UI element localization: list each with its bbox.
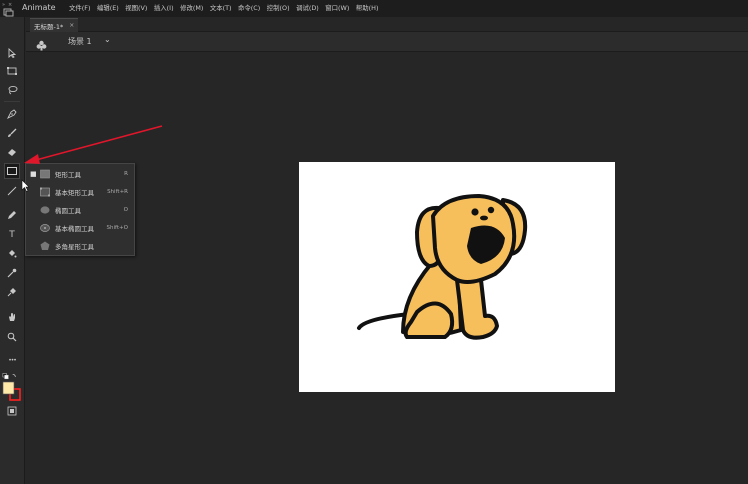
selection-tool-icon[interactable] (4, 45, 20, 61)
cartoon-dog-illustration (357, 194, 528, 340)
pin-icon[interactable] (4, 284, 20, 300)
more-tools-icon[interactable]: ••• (4, 352, 20, 368)
flyout-item-shortcut: Shift+O (106, 225, 128, 231)
selected-indicator: ■ (30, 170, 37, 178)
menu-debug[interactable]: 调试(D) (296, 3, 319, 12)
menu-window[interactable]: 窗口(W) (325, 3, 349, 12)
flyout-item-rectangle[interactable]: ■ 矩形工具 R (26, 165, 134, 183)
primitive-rectangle-icon (40, 187, 50, 197)
flyout-item-label: 基本矩形工具 (55, 189, 94, 197)
free-transform-icon[interactable] (4, 63, 20, 79)
document-tab[interactable]: 无标题-1* × (30, 18, 79, 32)
flyout-item-label: 多角星形工具 (55, 243, 94, 251)
flyout-item-shortcut: R (124, 171, 128, 177)
svg-text:»: » (2, 2, 5, 8)
app-switcher-icon[interactable]: » × (1, 0, 15, 17)
color-swatches[interactable] (2, 381, 21, 401)
rectangle-icon (40, 169, 50, 179)
oval-icon (40, 206, 50, 214)
menu-view[interactable]: 视图(V) (125, 3, 147, 12)
flyout-item-polystar[interactable]: 多角星形工具 (26, 237, 134, 255)
menu-edit[interactable]: 编辑(E) (97, 3, 119, 12)
chevron-down-icon[interactable]: ⌄ (104, 35, 111, 44)
scene-selector[interactable]: 场景 1 (68, 36, 92, 47)
shape-tools-flyout: ■ 矩形工具 R 基本矩形工具 Shift+R 椭圆工具 O 基本椭圆工具 Sh… (25, 163, 135, 256)
lasso-icon[interactable] (4, 82, 20, 98)
menu-insert[interactable]: 插入(I) (154, 3, 174, 12)
scene-icon[interactable] (36, 36, 47, 51)
main-menu: 文件(F) 编辑(E) 视图(V) 插入(I) 修改(M) 文本(T) 命令(C… (69, 3, 385, 12)
polystar-icon (40, 241, 50, 250)
scene-bar: 场景 1 ⌄ (26, 32, 748, 52)
options-icon[interactable] (4, 403, 20, 419)
menu-help[interactable]: 帮助(H) (356, 3, 379, 12)
zoom-tool-icon[interactable] (4, 329, 20, 345)
document-tab-title: 无标题-1* (34, 22, 64, 31)
pen-icon[interactable] (4, 106, 20, 122)
flyout-item-label: 椭圆工具 (55, 207, 81, 215)
primitive-oval-icon (40, 224, 50, 232)
close-icon[interactable]: × (69, 22, 74, 29)
menu-bar: » × Animate 文件(F) 编辑(E) 视图(V) 插入(I) 修改(M… (0, 0, 748, 17)
menu-control[interactable]: 控制(O) (267, 3, 290, 12)
flyout-item-primitive-rectangle[interactable]: 基本矩形工具 Shift+R (26, 183, 134, 201)
flyout-item-shortcut: O (123, 207, 128, 213)
pencil-icon[interactable] (4, 207, 20, 223)
toolbar-divider (4, 101, 20, 102)
svg-text:×: × (8, 2, 12, 8)
menu-file[interactable]: 文件(F) (69, 3, 90, 12)
brush-icon[interactable] (4, 125, 20, 141)
flyout-item-label: 基本椭圆工具 (55, 225, 94, 233)
line-tool-icon[interactable] (4, 183, 20, 199)
flyout-item-label: 矩形工具 (55, 171, 81, 179)
hand-tool-icon[interactable] (4, 309, 20, 325)
flyout-item-shortcut: Shift+R (107, 189, 128, 195)
stage-canvas[interactable] (299, 162, 615, 392)
paint-bucket-icon[interactable] (4, 246, 20, 262)
app-name: Animate (22, 3, 56, 12)
menu-commands[interactable]: 命令(C) (238, 3, 260, 12)
flyout-item-oval[interactable]: 椭圆工具 O (26, 201, 134, 219)
menu-text[interactable]: 文本(T) (210, 3, 232, 12)
flyout-item-primitive-oval[interactable]: 基本椭圆工具 Shift+O (26, 219, 134, 237)
document-tabstrip: 无标题-1* × (26, 17, 748, 32)
menu-modify[interactable]: 修改(M) (180, 3, 203, 12)
eraser-icon[interactable] (4, 144, 20, 160)
rectangle-tool-icon[interactable] (4, 163, 20, 179)
tools-panel: T ••• (0, 17, 25, 484)
text-tool-icon[interactable]: T (4, 227, 20, 243)
eyedropper-icon[interactable] (4, 265, 20, 281)
